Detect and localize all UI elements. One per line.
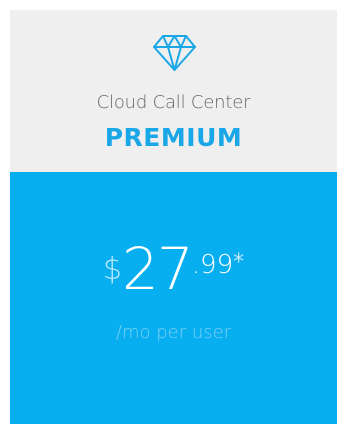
price-currency: $	[102, 252, 122, 287]
price-asterisk: *	[233, 250, 245, 275]
plan-subtitle: Cloud Call Center	[96, 92, 251, 113]
price-cents: .99	[191, 250, 234, 280]
pricing-card-body: $27.99* /mo per user	[10, 172, 337, 424]
diamond-icon	[153, 35, 196, 71]
pricing-card: Cloud Call Center PREMIUM $27.99* /mo pe…	[10, 10, 337, 424]
plan-name: PREMIUM	[104, 123, 243, 152]
price-amount: 27	[121, 235, 194, 303]
pricing-card-header: Cloud Call Center PREMIUM	[10, 10, 337, 172]
price-period: /mo per user	[115, 322, 232, 343]
price: $27.99*	[10, 240, 337, 298]
